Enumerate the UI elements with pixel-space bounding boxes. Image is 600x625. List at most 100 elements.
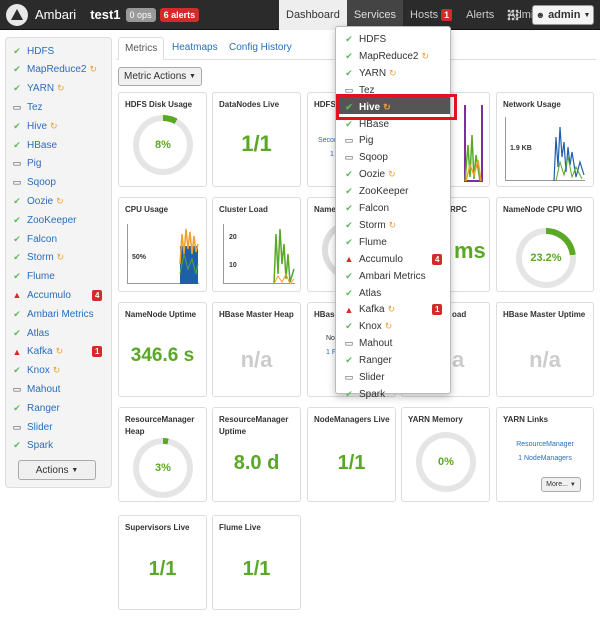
menu-item-mahout[interactable]: ▭ Mahout bbox=[344, 336, 448, 351]
widget-title: HBase Master Uptime bbox=[503, 310, 586, 319]
widget-namenode-uptime[interactable]: NameNode Uptime 346.6 s bbox=[118, 302, 207, 397]
widget-flume-live[interactable]: Flume Live 1/1 bbox=[212, 515, 301, 610]
user-menu-button[interactable]: ☻ admin ▼ bbox=[532, 5, 594, 25]
widget-supervisors-live[interactable]: Supervisors Live 1/1 bbox=[118, 515, 207, 610]
widget-nodemanagers-live[interactable]: NodeManagers Live 1/1 bbox=[307, 407, 396, 502]
ambari-logo-icon[interactable] bbox=[6, 3, 28, 26]
sidebar-item-ambari-metrics[interactable]: ✔ Ambari Metrics bbox=[12, 307, 93, 321]
tab-metrics[interactable]: Metrics bbox=[118, 37, 165, 60]
restart-required-icon: ↻ bbox=[384, 321, 393, 332]
metric-actions-button[interactable]: Metric Actions ▼ bbox=[118, 67, 202, 86]
widget-yarn-links[interactable]: YARN Links ResourceManager 1 NodeManager… bbox=[496, 407, 594, 502]
restart-required-icon: ↻ bbox=[89, 64, 98, 75]
widget-value: 346.6 s bbox=[130, 345, 195, 366]
yarn-more-button[interactable]: More... ▼ bbox=[541, 477, 581, 492]
resourcemanager-link[interactable]: ResourceManager bbox=[497, 441, 593, 448]
restart-required-icon: ↻ bbox=[388, 219, 397, 230]
menu-item-slider[interactable]: ▭ Slider bbox=[344, 370, 448, 385]
menu-item-yarn[interactable]: ✔ YARN ↻ bbox=[344, 66, 448, 81]
top-navbar: Ambari test1 0 ops 6 alerts Dashboard Se… bbox=[0, 0, 600, 30]
menu-item-zookeeper[interactable]: ✔ ZooKeeper bbox=[344, 184, 448, 199]
sidebar-item-sqoop[interactable]: ▭ Sqoop bbox=[12, 176, 56, 190]
sidebar-item-mahout[interactable]: ▭ Mahout bbox=[12, 382, 61, 396]
widget-cluster-load[interactable]: Cluster Load 20 10 bbox=[212, 197, 301, 292]
alerts-badge[interactable]: 6 alerts bbox=[159, 7, 200, 22]
service-label: Falcon bbox=[359, 203, 390, 214]
sidebar-item-slider[interactable]: ▭ Slider bbox=[12, 420, 53, 434]
nav-services-label: Services bbox=[353, 9, 397, 21]
client-laptop-icon: ▭ bbox=[12, 383, 22, 394]
restart-required-icon: ↻ bbox=[387, 304, 396, 315]
service-label: Ranger bbox=[359, 355, 392, 367]
sidebar-item-hdfs[interactable]: ✔ HDFS bbox=[12, 44, 54, 58]
menu-item-kafka[interactable]: ▲ Kafka ↻ 1 bbox=[344, 302, 448, 317]
widget-hbase-master-heap[interactable]: HBase Master Heap n/a bbox=[212, 302, 301, 397]
menu-item-accumulo[interactable]: ▲ Accumulo 4 bbox=[344, 252, 448, 267]
sidebar-item-hbase[interactable]: ✔ HBase bbox=[12, 138, 57, 152]
menu-item-knox[interactable]: ✔ Knox ↻ bbox=[344, 319, 448, 334]
sidebar-item-mapreduce2[interactable]: ✔ MapReduce2 ↻ bbox=[12, 63, 97, 77]
hosts-alert-badge: 1 bbox=[441, 9, 453, 21]
widget-title: NameNode Uptime bbox=[125, 310, 197, 319]
sidebar-item-ranger[interactable]: ✔ Ranger bbox=[12, 401, 60, 415]
status-ok-icon: ✔ bbox=[345, 67, 353, 78]
menu-item-falcon[interactable]: ✔ Falcon bbox=[344, 201, 448, 216]
namenode-cpu-gauge: 23.2% bbox=[516, 228, 576, 288]
restart-required-icon: ↻ bbox=[421, 50, 430, 61]
widget-cpu-usage[interactable]: CPU Usage 50% bbox=[118, 197, 207, 292]
nav-alerts[interactable]: Alerts bbox=[459, 0, 501, 30]
menu-item-atlas[interactable]: ✔ Atlas bbox=[344, 286, 448, 301]
menu-item-storm[interactable]: ✔ Storm ↻ bbox=[344, 218, 448, 233]
tab-config-history[interactable]: Config History bbox=[223, 37, 298, 60]
widget-namenode-cpu-wio[interactable]: NameNode CPU WIO 23.2% bbox=[496, 197, 594, 292]
sidebar-item-kafka[interactable]: ▲ Kafka ↻ 1 bbox=[12, 345, 103, 359]
alert-count-badge: 4 bbox=[92, 289, 103, 301]
menu-item-hdfs[interactable]: ✔ HDFS bbox=[344, 32, 448, 47]
sidebar-item-accumulo[interactable]: ▲ Accumulo 4 bbox=[12, 288, 103, 302]
sidebar-item-falcon[interactable]: ✔ Falcon bbox=[12, 232, 57, 246]
menu-item-oozie[interactable]: ✔ Oozie ↻ bbox=[344, 167, 448, 182]
nodemanagers-link[interactable]: 1 NodeManagers bbox=[497, 455, 593, 462]
menu-item-ambari-metrics[interactable]: ✔ Ambari Metrics bbox=[344, 269, 448, 284]
cpu-chart: 50% bbox=[127, 224, 199, 284]
sidebar-item-atlas[interactable]: ✔ Atlas bbox=[12, 326, 49, 340]
sidebar-item-tez[interactable]: ▭ Tez bbox=[12, 100, 43, 114]
widget-hbase-master-uptime[interactable]: HBase Master Uptime n/a bbox=[496, 302, 594, 397]
status-ok-icon: ✔ bbox=[13, 120, 21, 131]
sidebar-item-spark[interactable]: ✔ Spark bbox=[12, 439, 53, 453]
restart-required-icon: ↻ bbox=[55, 346, 64, 357]
sidebar-item-zookeeper[interactable]: ✔ ZooKeeper bbox=[12, 213, 76, 227]
menu-item-flume[interactable]: ✔ Flume bbox=[344, 235, 448, 250]
widget-yarn-memory[interactable]: YARN Memory 0% bbox=[401, 407, 490, 502]
menu-item-sqoop[interactable]: ▭ Sqoop bbox=[344, 150, 448, 165]
menu-item-ranger[interactable]: ✔ Ranger bbox=[344, 353, 448, 368]
service-label: Slider bbox=[359, 372, 385, 383]
widget-hdfs-disk-usage[interactable]: HDFS Disk Usage 8% bbox=[118, 92, 207, 187]
sidebar-item-yarn[interactable]: ✔ YARN ↻ bbox=[12, 82, 64, 96]
widget-resourcemanager-uptime[interactable]: ResourceManager Uptime 8.0 d bbox=[212, 407, 301, 502]
sidebar-item-oozie[interactable]: ✔ Oozie ↻ bbox=[12, 194, 63, 208]
ops-badge[interactable]: 0 ops bbox=[125, 7, 156, 22]
widget-datanodes-live[interactable]: DataNodes Live 1/1 bbox=[212, 92, 301, 187]
widget-network-usage[interactable]: Network Usage 1.9 KB bbox=[496, 92, 594, 187]
menu-item-pig[interactable]: ▭ Pig bbox=[344, 133, 448, 148]
status-ok-icon: ✔ bbox=[345, 169, 353, 180]
service-label: HBase bbox=[27, 139, 58, 151]
menu-item-mapreduce2[interactable]: ✔ MapReduce2 ↻ bbox=[344, 49, 448, 64]
views-grid-icon[interactable] bbox=[507, 9, 519, 21]
service-actions-button[interactable]: Actions ▼ bbox=[18, 460, 96, 480]
sidebar-item-pig[interactable]: ▭ Pig bbox=[12, 157, 42, 171]
widget-resourcemanager-heap[interactable]: ResourceManager Heap 3% bbox=[118, 407, 207, 502]
more-label: More... bbox=[546, 481, 568, 488]
client-laptop-icon: ▭ bbox=[12, 421, 22, 432]
menu-item-spark[interactable]: ✔ Spark bbox=[344, 387, 448, 402]
tab-heatmaps[interactable]: Heatmaps bbox=[166, 37, 224, 60]
sidebar-item-flume[interactable]: ✔ Flume bbox=[12, 270, 55, 284]
sidebar-item-hive[interactable]: ✔ Hive ↻ bbox=[12, 119, 57, 133]
sidebar-item-knox[interactable]: ✔ Knox ↻ bbox=[12, 364, 60, 378]
service-label: Knox bbox=[27, 365, 50, 377]
widget-title: HBase Master Heap bbox=[219, 310, 294, 319]
sidebar-item-storm[interactable]: ✔ Storm ↻ bbox=[12, 251, 64, 265]
gauge-value: 0% bbox=[422, 438, 470, 486]
brand-name[interactable]: Ambari bbox=[35, 7, 76, 22]
